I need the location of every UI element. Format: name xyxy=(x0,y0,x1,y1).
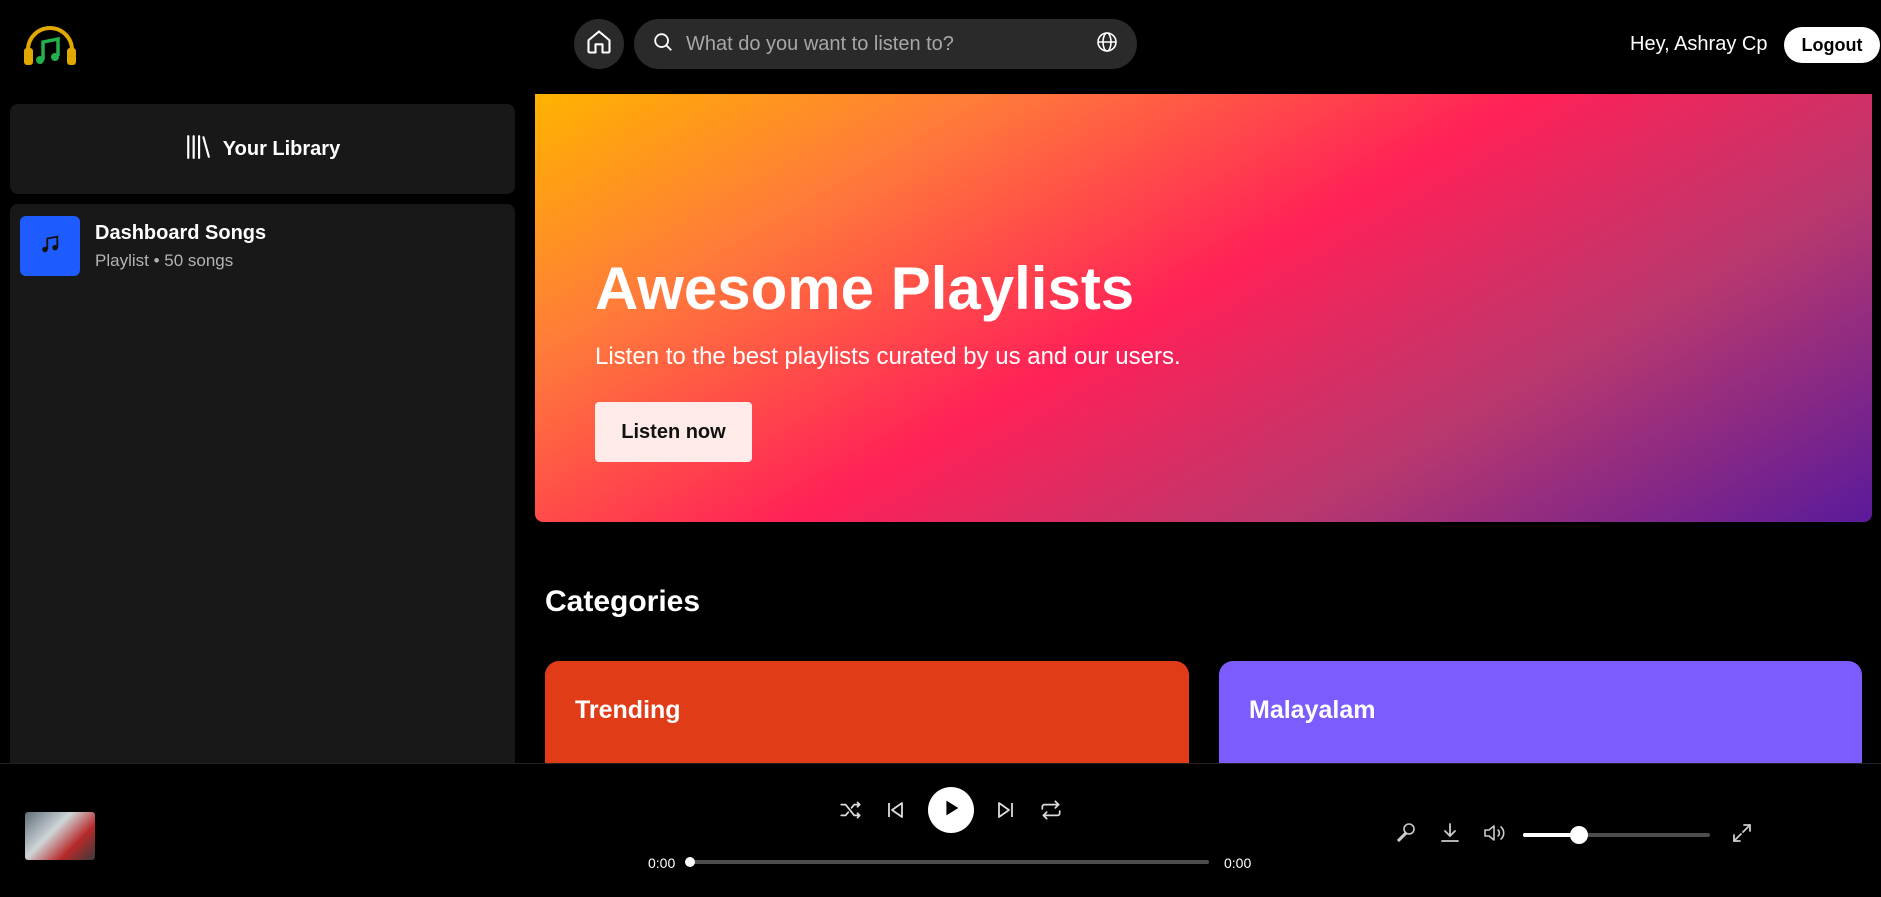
previous-icon xyxy=(883,798,907,827)
your-library-header[interactable]: Your Library xyxy=(10,104,515,194)
play-icon xyxy=(940,797,962,824)
search-icon xyxy=(652,31,674,58)
fullscreen-icon xyxy=(1730,821,1754,850)
categories-heading: Categories xyxy=(545,585,701,618)
lyrics-mic-icon xyxy=(1394,821,1418,850)
library-icon xyxy=(185,134,211,165)
category-label: Trending xyxy=(575,696,681,724)
current-time: 0:00 xyxy=(648,855,676,871)
headphones-music-logo-icon[interactable] xyxy=(22,20,78,70)
category-label: Malayalam xyxy=(1249,696,1376,724)
playlist-title: Dashboard Songs xyxy=(95,221,267,244)
your-library-label: Your Library xyxy=(222,137,341,160)
hero-title: Awesome Playlists xyxy=(595,255,1135,322)
fullscreen-button[interactable] xyxy=(1729,822,1755,848)
playlist-thumbnail xyxy=(20,216,80,276)
search-input[interactable] xyxy=(686,32,1095,56)
globe-icon[interactable] xyxy=(1095,30,1119,59)
top-bar: Hey, Ashray Cp Logout xyxy=(0,0,1881,90)
music-note-icon xyxy=(39,233,61,260)
next-button[interactable] xyxy=(993,799,1019,825)
search-bar xyxy=(634,19,1137,69)
duration-time: 0:00 xyxy=(1224,855,1252,871)
lyrics-button[interactable] xyxy=(1393,822,1419,848)
repeat-icon xyxy=(1038,797,1064,828)
volume-slider[interactable] xyxy=(1523,826,1710,844)
category-card-trending[interactable]: Trending xyxy=(545,661,1189,763)
next-icon xyxy=(994,798,1018,827)
playlist-subtitle: Playlist • 50 songs xyxy=(95,250,234,270)
now-playing-artwork[interactable] xyxy=(25,812,95,860)
play-button[interactable] xyxy=(928,787,974,833)
hero-banner: Awesome Playlists Listen to the best pla… xyxy=(535,94,1872,522)
download-button[interactable] xyxy=(1437,822,1463,848)
home-icon xyxy=(585,28,613,61)
shuffle-button[interactable] xyxy=(836,799,866,825)
shuffle-icon xyxy=(838,797,864,828)
volume-icon xyxy=(1482,821,1508,850)
home-button[interactable] xyxy=(574,19,624,69)
repeat-button[interactable] xyxy=(1036,799,1066,825)
download-icon xyxy=(1438,821,1462,850)
hero-subtitle: Listen to the best playlists curated by … xyxy=(595,343,1181,370)
logout-button[interactable]: Logout xyxy=(1784,27,1880,63)
volume-knob[interactable] xyxy=(1570,826,1589,844)
library-list: Dashboard Songs Playlist • 50 songs xyxy=(10,204,515,764)
listen-now-button[interactable]: Listen now xyxy=(595,402,752,462)
user-greeting: Hey, Ashray Cp xyxy=(1630,33,1768,55)
progress-knob[interactable] xyxy=(685,857,695,867)
playlist-item[interactable]: Dashboard Songs Playlist • 50 songs xyxy=(20,214,505,278)
category-card-malayalam[interactable]: Malayalam xyxy=(1219,661,1862,763)
progress-bar[interactable] xyxy=(685,857,1209,867)
volume-button[interactable] xyxy=(1481,822,1509,848)
previous-button[interactable] xyxy=(882,799,908,825)
